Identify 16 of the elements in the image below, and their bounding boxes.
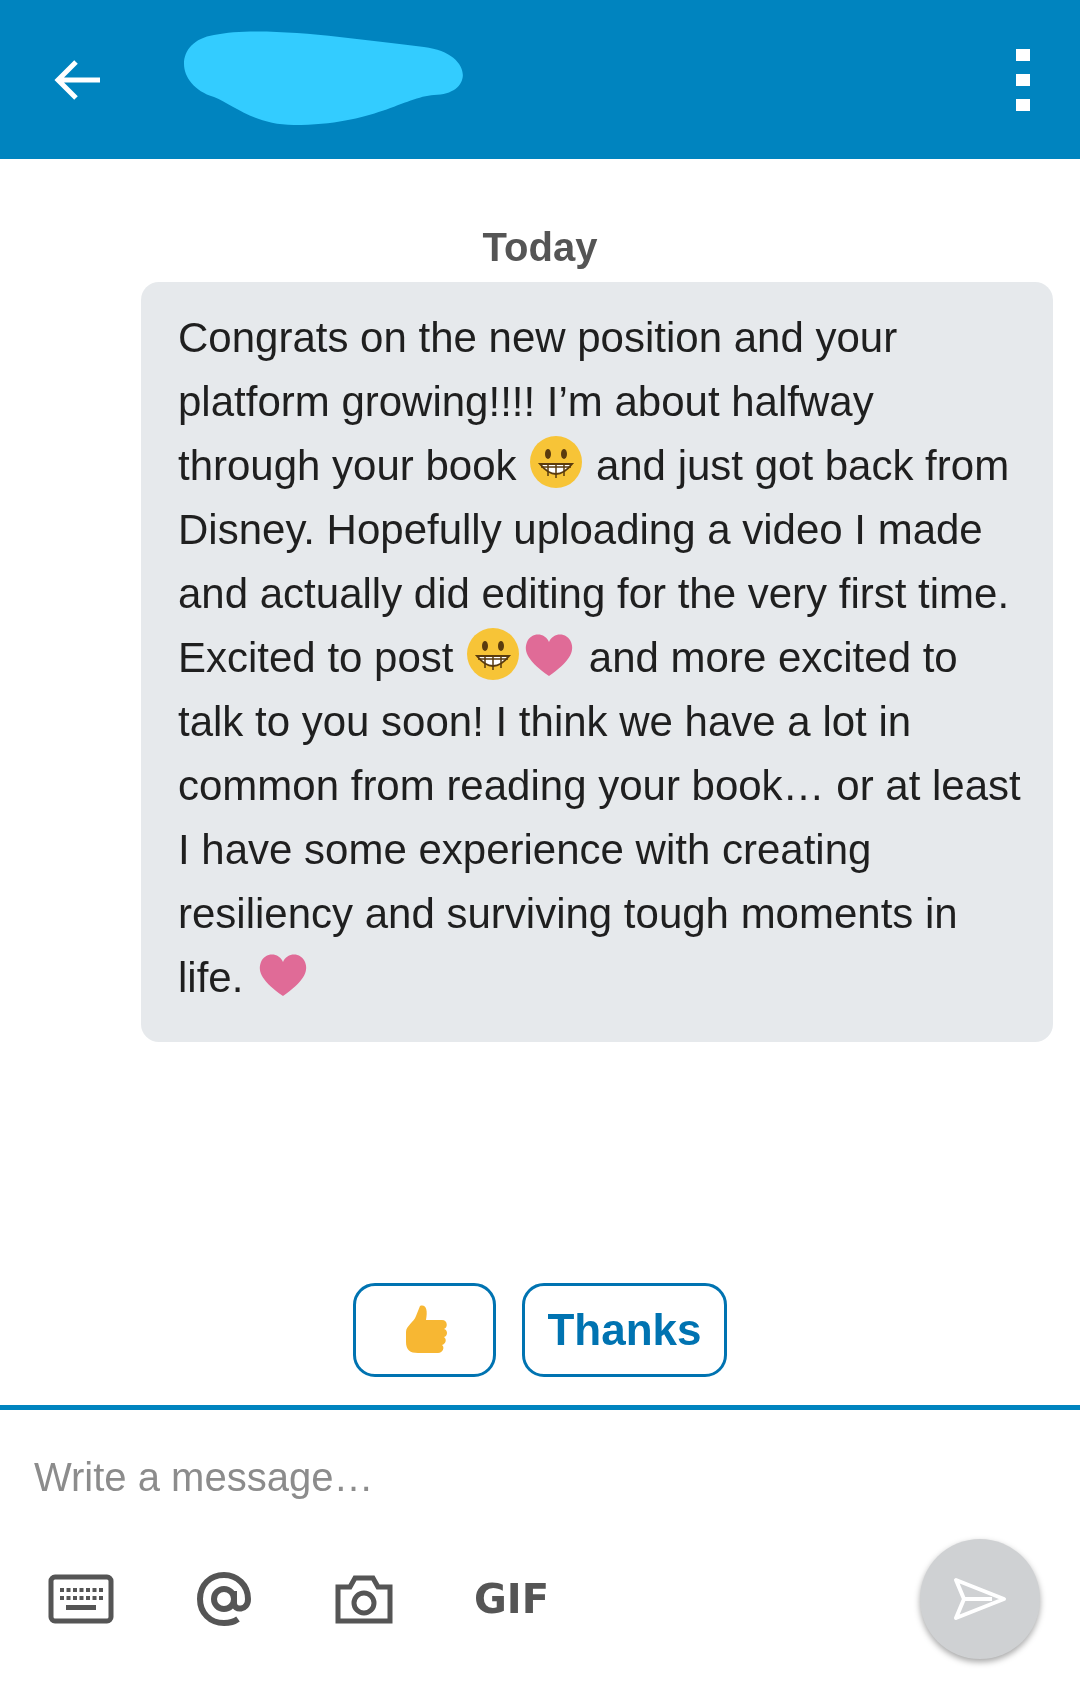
camera-icon bbox=[334, 1573, 394, 1625]
more-vertical-icon bbox=[1016, 48, 1030, 111]
thumbs-up-reply[interactable] bbox=[353, 1283, 497, 1377]
message-text: Congrats on the new position and your platform growing!!!! I’m about halfway through your book and just got back from Disney. Hopefully uploading a video I made and actually did editing for the very first time. Excited to post and more excited to talk to you soon! I think we have a lot in common from reading your book… or at least I have some experience with creating resiliency and surviving tough moments in life. bbox=[178, 313, 1022, 1004]
camera-button[interactable] bbox=[334, 1573, 394, 1625]
grinning-face-icon bbox=[465, 626, 522, 682]
keyboard-icon bbox=[48, 1574, 114, 1624]
keyboard-button[interactable] bbox=[48, 1574, 114, 1624]
mention-button[interactable] bbox=[194, 1569, 254, 1629]
send-icon bbox=[952, 1576, 1008, 1622]
grinning-face-icon bbox=[528, 434, 585, 490]
date-label: Today bbox=[481, 225, 599, 270]
gif-button[interactable]: GIF bbox=[474, 1576, 550, 1622]
menu-button[interactable] bbox=[1016, 48, 1030, 111]
quick-reply[interactable]: Thanks bbox=[522, 1283, 727, 1377]
at-sign-icon bbox=[194, 1569, 254, 1629]
